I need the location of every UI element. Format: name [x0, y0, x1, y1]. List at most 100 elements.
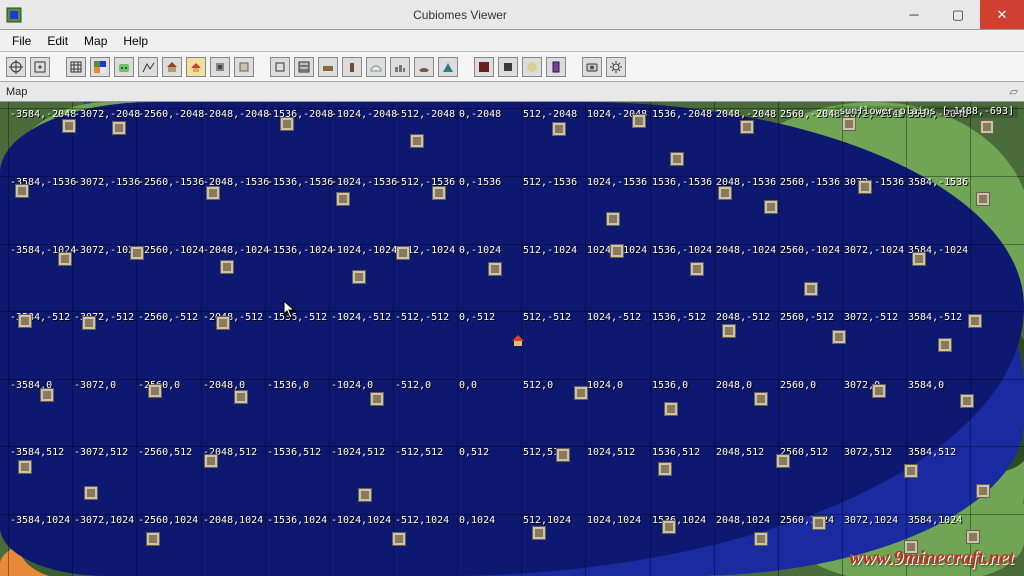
village-icon[interactable]	[740, 120, 754, 134]
village-icon[interactable]	[280, 117, 294, 131]
village-icon[interactable]	[392, 532, 406, 546]
village-icon[interactable]	[904, 464, 918, 478]
village-icon[interactable]	[410, 134, 424, 148]
settings-button[interactable]	[606, 57, 626, 77]
village-icon[interactable]	[938, 338, 952, 352]
village-icon[interactable]	[82, 316, 96, 330]
village-icon[interactable]	[58, 252, 72, 266]
village-icon[interactable]	[40, 388, 54, 402]
village-icon[interactable]	[658, 462, 672, 476]
village-icon[interactable]	[148, 384, 162, 398]
window-buttons: ─ ▢ ✕	[892, 0, 1024, 29]
village-icon[interactable]	[370, 392, 384, 406]
bastion-button[interactable]	[498, 57, 518, 77]
village-icon[interactable]	[872, 384, 886, 398]
village-icon[interactable]	[776, 454, 790, 468]
ocean-monument-button[interactable]	[438, 57, 458, 77]
slime-button[interactable]	[114, 57, 134, 77]
zoom-button[interactable]	[30, 57, 50, 77]
end-button[interactable]	[522, 57, 542, 77]
village-icon[interactable]	[968, 314, 982, 328]
screenshot-button[interactable]	[582, 57, 602, 77]
outpost-button[interactable]	[342, 57, 362, 77]
portal-button[interactable]	[546, 57, 566, 77]
village-icon[interactable]	[556, 448, 570, 462]
layers-button[interactable]	[294, 57, 314, 77]
village-icon[interactable]	[552, 122, 566, 136]
village-icon[interactable]	[804, 282, 818, 296]
village-icon[interactable]	[976, 484, 990, 498]
goto-origin-button[interactable]	[6, 57, 26, 77]
ruin-button[interactable]	[390, 57, 410, 77]
spawn-button[interactable]	[186, 57, 206, 77]
spawn-icon[interactable]	[511, 334, 525, 346]
village-icon[interactable]	[204, 454, 218, 468]
village-icon[interactable]	[432, 186, 446, 200]
village-icon[interactable]	[532, 526, 546, 540]
menu-map[interactable]: Map	[76, 32, 115, 50]
village-button[interactable]	[234, 57, 254, 77]
village-icon[interactable]	[234, 390, 248, 404]
village-icon[interactable]	[18, 314, 32, 328]
village-icon[interactable]	[62, 119, 76, 133]
village-icon[interactable]	[15, 184, 29, 198]
village-icon[interactable]	[146, 532, 160, 546]
menu-help[interactable]: Help	[115, 32, 156, 50]
village-icon[interactable]	[130, 246, 144, 260]
nether-button[interactable]	[474, 57, 494, 77]
village-icon[interactable]	[718, 186, 732, 200]
menu-file[interactable]: File	[4, 32, 39, 50]
village-icon[interactable]	[206, 186, 220, 200]
undock-button[interactable]: ▱	[1010, 85, 1018, 98]
village-icon[interactable]	[662, 520, 676, 534]
village-icon[interactable]	[960, 394, 974, 408]
menu-bar: File Edit Map Help	[0, 30, 1024, 52]
village-icon[interactable]	[84, 486, 98, 500]
village-icon[interactable]	[754, 532, 768, 546]
mineshaft-button[interactable]	[318, 57, 338, 77]
village-icon[interactable]	[336, 192, 350, 206]
map-panel-header: Map ▱	[0, 82, 1024, 102]
village-icon[interactable]	[352, 270, 366, 284]
village-icon[interactable]	[574, 386, 588, 400]
biomes-button[interactable]	[90, 57, 110, 77]
village-icon[interactable]	[358, 488, 372, 502]
village-icon[interactable]	[632, 114, 646, 128]
village-icon[interactable]	[976, 192, 990, 206]
menu-edit[interactable]: Edit	[39, 32, 76, 50]
stronghold-button[interactable]	[210, 57, 230, 77]
village-icon[interactable]	[216, 316, 230, 330]
village-icon[interactable]	[754, 392, 768, 406]
village-icon[interactable]	[842, 117, 856, 131]
square-button[interactable]	[270, 57, 290, 77]
village-icon[interactable]	[722, 324, 736, 338]
igloo-button[interactable]	[366, 57, 386, 77]
maximize-button[interactable]: ▢	[936, 0, 980, 29]
village-icon[interactable]	[610, 244, 624, 258]
village-icon[interactable]	[606, 212, 620, 226]
village-icon[interactable]	[912, 252, 926, 266]
village-icon[interactable]	[966, 530, 980, 544]
village-icon[interactable]	[112, 121, 126, 135]
structures-button[interactable]	[162, 57, 182, 77]
village-icon[interactable]	[220, 260, 234, 274]
village-icon[interactable]	[764, 200, 778, 214]
map-view[interactable]: -3584,-2048-3072,-2048-2560,-2048-2048,-…	[0, 102, 1024, 576]
map-tab-label[interactable]: Map	[6, 86, 27, 98]
village-icon[interactable]	[832, 330, 846, 344]
grid-button[interactable]	[66, 57, 86, 77]
village-icon[interactable]	[858, 180, 872, 194]
minimize-button[interactable]: ─	[892, 0, 936, 29]
village-icon[interactable]	[664, 402, 678, 416]
toolbar	[0, 52, 1024, 82]
village-icon[interactable]	[670, 152, 684, 166]
village-icon[interactable]	[980, 120, 994, 134]
shipwreck-button[interactable]	[414, 57, 434, 77]
height-button[interactable]	[138, 57, 158, 77]
village-icon[interactable]	[488, 262, 502, 276]
village-icon[interactable]	[396, 246, 410, 260]
village-icon[interactable]	[690, 262, 704, 276]
close-button[interactable]: ✕	[980, 0, 1024, 29]
village-icon[interactable]	[18, 460, 32, 474]
village-icon[interactable]	[812, 516, 826, 530]
